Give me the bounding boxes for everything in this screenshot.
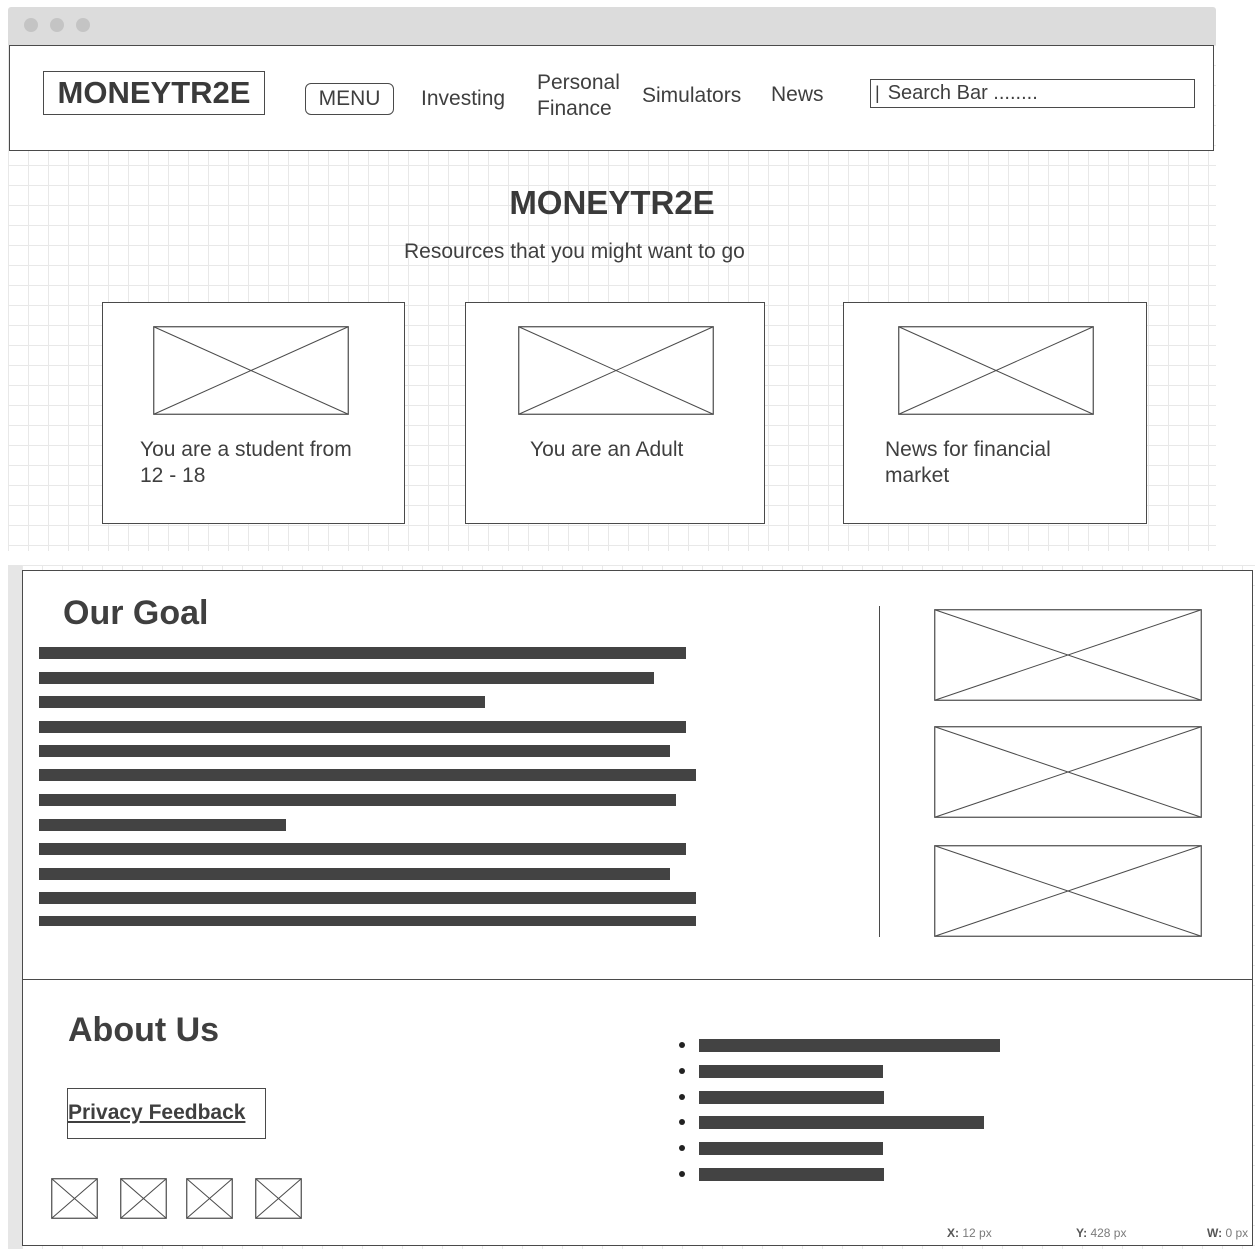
card-label: You are a student from 12 - 18: [140, 438, 352, 487]
text-line-placeholder: [39, 647, 686, 659]
bullet-icon: [679, 1068, 685, 1074]
image-placeholder-icon: [898, 326, 1094, 415]
text-line-placeholder: [39, 843, 686, 855]
text-line-placeholder: [39, 696, 485, 708]
nav-personal-finance[interactable]: Personal Finance: [537, 70, 637, 122]
card-student[interactable]: You are a student from 12 - 18: [102, 302, 405, 524]
text-line-placeholder: [39, 769, 696, 781]
image-placeholder-icon: [518, 326, 714, 415]
width-readout: W: 0 px: [1207, 1226, 1249, 1240]
hero-subtitle: Resources that you might want to go: [404, 240, 745, 263]
text-line-placeholder: [39, 868, 670, 880]
list-item-placeholder[interactable]: [699, 1142, 883, 1155]
social-icon[interactable]: [51, 1178, 98, 1219]
text-caret-icon: |: [875, 83, 880, 103]
wireframe-canvas-bottom: Our Goal About Us Privacy Feedback X: 12…: [22, 565, 1255, 1249]
social-icon[interactable]: [186, 1178, 233, 1219]
image-placeholder-icon: [934, 609, 1202, 701]
list-item-placeholder[interactable]: [699, 1116, 984, 1129]
text-line-placeholder: [39, 916, 696, 926]
hero-title: MONEYTR2E: [509, 184, 715, 221]
card-label: You are an Adult: [530, 438, 684, 461]
section-divider: [23, 979, 1253, 980]
menu-button[interactable]: MENU: [305, 83, 394, 115]
bullet-icon: [679, 1119, 685, 1125]
text-line-placeholder: [39, 721, 686, 733]
window-titlebar: [8, 7, 1216, 45]
site-logo[interactable]: MONEYTR2E: [43, 71, 265, 115]
bullet-icon: [679, 1094, 685, 1100]
text-line-placeholder: [39, 819, 286, 831]
card-label: News for financial market: [885, 438, 1051, 487]
bullet-icon: [679, 1042, 685, 1048]
text-line-placeholder: [39, 745, 670, 757]
bullet-icon: [679, 1171, 685, 1177]
social-icon[interactable]: [255, 1178, 302, 1219]
privacy-feedback-button[interactable]: Privacy Feedback: [67, 1088, 266, 1139]
text-line-placeholder: [39, 794, 676, 806]
nav-news[interactable]: News: [771, 82, 824, 108]
text-line-placeholder: [39, 892, 696, 904]
window-minimize-dot[interactable]: [50, 18, 64, 32]
text-line-placeholder: [39, 672, 654, 684]
list-item-placeholder[interactable]: [699, 1065, 883, 1078]
search-input[interactable]: | Search Bar ........: [870, 79, 1195, 108]
content-frame: Our Goal About Us Privacy Feedback X: 12…: [22, 570, 1253, 1246]
browser-window: MONEYTR2E MENU Investing Personal Financ…: [8, 7, 1216, 551]
card-adult[interactable]: You are an Adult: [465, 302, 765, 524]
site-header: MONEYTR2E MENU Investing Personal Financ…: [9, 45, 1214, 151]
card-news[interactable]: News for financial market: [843, 302, 1147, 524]
search-placeholder: Search Bar ........: [887, 82, 1038, 104]
image-placeholder-icon: [153, 326, 349, 415]
about-heading: About Us: [68, 1011, 220, 1049]
vertical-divider: [879, 606, 880, 937]
social-icon[interactable]: [120, 1178, 167, 1219]
list-item-placeholder[interactable]: [699, 1039, 1000, 1052]
list-item-placeholder[interactable]: [699, 1168, 884, 1181]
goal-heading: Our Goal: [63, 594, 209, 632]
y-coordinate-readout: Y: 428 px: [1076, 1226, 1127, 1240]
wireframe-canvas: MONEYTR2E MENU Investing Personal Financ…: [8, 45, 1216, 551]
list-item-placeholder[interactable]: [699, 1091, 884, 1104]
window-close-dot[interactable]: [24, 18, 38, 32]
window-maximize-dot[interactable]: [76, 18, 90, 32]
bullet-icon: [679, 1145, 685, 1151]
nav-investing[interactable]: Investing: [421, 86, 505, 112]
image-placeholder-icon: [934, 726, 1202, 818]
image-placeholder-icon: [934, 845, 1202, 937]
canvas-ruler: [8, 565, 22, 1249]
x-coordinate-readout: X: 12 px: [947, 1226, 992, 1240]
nav-simulators[interactable]: Simulators: [642, 83, 741, 109]
